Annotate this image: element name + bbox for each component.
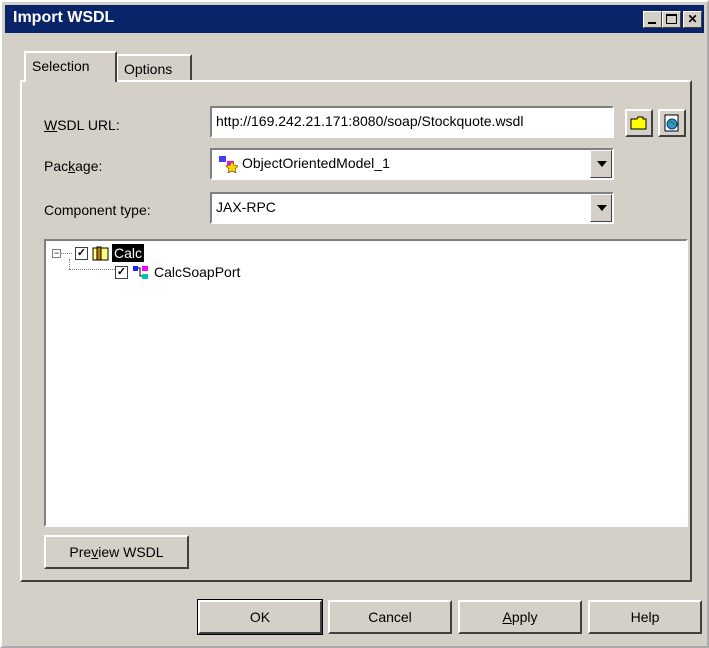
preview-wsdl-button[interactable]: Preview WSDL: [44, 535, 189, 569]
maximize-button[interactable]: [662, 11, 681, 28]
chevron-down-icon: [597, 161, 607, 167]
tab-selection-label: Selection: [32, 58, 90, 74]
tree-connector: [69, 259, 70, 269]
tab-options-label: Options: [124, 61, 173, 77]
package-label: Package:: [44, 158, 103, 174]
browse-folder-button[interactable]: [625, 109, 653, 137]
component-type-label: Component type:: [44, 202, 151, 218]
tree-node-calcsoapport-label: CalcSoapPort: [154, 264, 241, 280]
tree-node-calc-label: Calc: [112, 244, 145, 262]
minimize-icon: [648, 22, 656, 24]
package-folder-icon: [92, 246, 109, 261]
chevron-down-icon: [597, 205, 607, 211]
service-tree[interactable]: − ✓ Calc ✓ CalcSoapPort: [44, 239, 688, 527]
tab-selection[interactable]: Selection: [24, 51, 117, 82]
window-title: Import WSDL: [13, 9, 115, 26]
component-type-value: JAX-RPC: [216, 199, 276, 215]
collapse-icon[interactable]: −: [52, 249, 61, 258]
cancel-button[interactable]: Cancel: [328, 600, 452, 634]
tab-options[interactable]: Options: [117, 54, 192, 80]
close-icon: ✕: [687, 12, 698, 26]
checkbox-calc[interactable]: ✓: [75, 247, 88, 260]
tree-connector: [69, 269, 115, 270]
wsdl-url-value: http://169.242.21.171:8080/soap/Stockquo…: [216, 113, 524, 129]
package-value: ObjectOrientedModel_1: [242, 155, 390, 171]
maximize-icon: [666, 14, 677, 24]
import-wsdl-dialog: Import WSDL ✕ Selection Options WSDL URL…: [0, 0, 709, 648]
ok-button[interactable]: OK: [197, 599, 323, 635]
browse-url-button[interactable]: [658, 109, 686, 137]
model-icon: [219, 156, 238, 173]
checkbox-calcsoapport[interactable]: ✓: [115, 266, 128, 279]
wsdl-url-label: WSDL URL:: [44, 117, 120, 133]
folder-icon: [630, 116, 647, 130]
component-type-select[interactable]: JAX-RPC: [210, 192, 614, 224]
minimize-button[interactable]: [643, 11, 662, 28]
package-dropdown-button[interactable]: [590, 150, 612, 178]
tree-node-calc[interactable]: ✓ Calc: [72, 244, 192, 264]
component-type-dropdown-button[interactable]: [590, 194, 612, 222]
title-bar[interactable]: Import WSDL ✕: [5, 5, 704, 33]
apply-button[interactable]: Apply: [458, 600, 582, 634]
soap-port-icon: [133, 266, 148, 279]
package-select[interactable]: ObjectOrientedModel_1: [210, 148, 614, 180]
tree-node-calcsoapport[interactable]: ✓ CalcSoapPort: [112, 263, 312, 283]
wsdl-url-input[interactable]: http://169.242.21.171:8080/soap/Stockquo…: [210, 106, 614, 138]
tree-connector: [60, 253, 72, 254]
help-button[interactable]: Help: [588, 600, 702, 634]
close-button[interactable]: ✕: [683, 11, 702, 28]
web-document-icon: [664, 114, 679, 132]
